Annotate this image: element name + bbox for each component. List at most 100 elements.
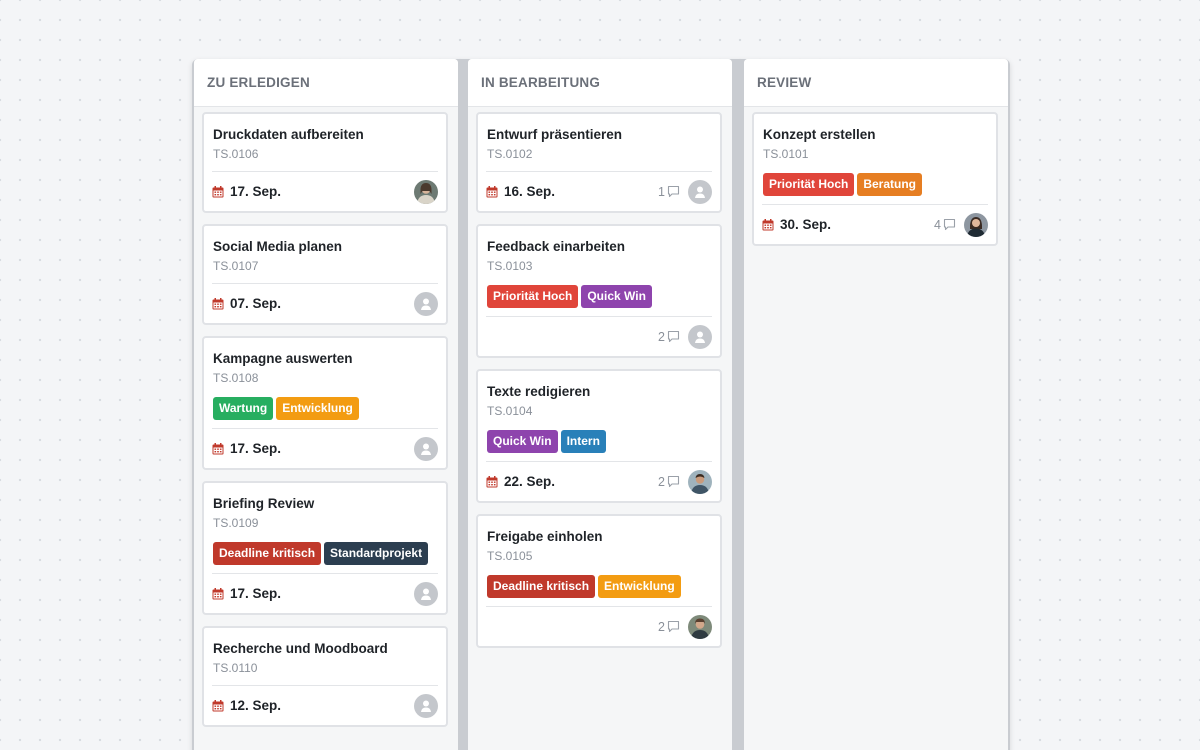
card-footer: 2 xyxy=(486,606,712,646)
card-title: Entwurf präsentieren xyxy=(487,127,623,142)
card-id: TS.0109 xyxy=(213,516,259,530)
comment-icon xyxy=(667,330,680,343)
tag[interactable]: Quick Win xyxy=(581,285,652,308)
card-footer: 17. Sep. xyxy=(212,428,438,468)
comment-icon xyxy=(667,475,680,488)
calendar-icon xyxy=(486,475,498,487)
card-id: TS.0105 xyxy=(487,549,533,563)
card-footer: 07. Sep. xyxy=(212,283,438,323)
card-title: Konzept erstellen xyxy=(763,127,876,142)
comment-count[interactable]: 2 xyxy=(658,475,680,489)
avatar-placeholder[interactable] xyxy=(414,291,438,316)
card-footer: 2 xyxy=(486,316,712,356)
due-date-label: 12. Sep. xyxy=(230,698,282,713)
card-title: Social Media planen xyxy=(213,239,343,254)
due-date: 17. Sep. xyxy=(212,441,281,456)
calendar-icon xyxy=(212,185,224,197)
tag[interactable]: Deadline kritisch xyxy=(213,542,322,565)
calendar-icon xyxy=(212,297,224,309)
task-card[interactable]: Entwurf präsentieren TS.0102 16. Sep. 1 xyxy=(476,112,722,213)
card-title: Recherche und Moodboard xyxy=(213,641,388,656)
card-id: TS.0101 xyxy=(763,147,809,161)
task-card[interactable]: Social Media planen TS.0107 07. Sep. xyxy=(202,224,448,325)
card-id: TS.0106 xyxy=(213,147,259,161)
tag-list: Quick Win Intern xyxy=(487,430,712,453)
task-card[interactable]: Recherche und Moodboard TS.0110 12. Sep. xyxy=(202,626,448,727)
card-title: Kampagne auswerten xyxy=(213,351,353,366)
due-date: 17. Sep. xyxy=(212,184,281,199)
kanban-board: ZU ERLEDIGEN Druckdaten aufbereiten TS.0… xyxy=(192,59,1010,750)
comment-count[interactable]: 2 xyxy=(658,620,680,634)
card-id: TS.0103 xyxy=(487,259,533,273)
task-card[interactable]: Druckdaten aufbereiten TS.0106 17. Sep. xyxy=(202,112,448,213)
calendar-icon xyxy=(762,218,774,230)
due-date-label: 17. Sep. xyxy=(230,184,282,199)
calendar-icon xyxy=(486,185,498,197)
calendar-icon xyxy=(212,587,224,599)
comment-count-label: 2 xyxy=(658,474,665,489)
task-card[interactable]: Briefing Review TS.0109 Deadline kritisc… xyxy=(202,481,448,615)
card-title: Texte redigieren xyxy=(487,384,591,399)
avatar[interactable] xyxy=(688,614,712,639)
comment-count-label: 1 xyxy=(658,184,665,199)
task-card[interactable]: Konzept erstellen TS.0101 Priorität Hoch… xyxy=(752,112,998,246)
card-title: Freigabe einholen xyxy=(487,529,603,544)
due-date: 30. Sep. xyxy=(762,217,831,232)
avatar[interactable] xyxy=(414,179,438,204)
tag-list: Priorität Hoch Quick Win xyxy=(487,285,712,308)
comment-icon xyxy=(667,620,680,633)
card-footer: 16. Sep. 1 xyxy=(486,171,712,211)
comment-count[interactable]: 1 xyxy=(658,185,680,199)
comment-count[interactable]: 4 xyxy=(934,218,956,232)
avatar-placeholder[interactable] xyxy=(414,436,438,461)
tag-list: Deadline kritisch Standardprojekt xyxy=(213,542,438,565)
card-footer: 12. Sep. xyxy=(212,685,438,725)
task-card[interactable]: Feedback einarbeiten TS.0103 Priorität H… xyxy=(476,224,722,358)
avatar[interactable] xyxy=(964,212,988,237)
comment-icon xyxy=(943,218,956,231)
tag[interactable]: Wartung xyxy=(213,397,274,420)
due-date-label: 17. Sep. xyxy=(230,586,282,601)
avatar-placeholder[interactable] xyxy=(688,179,712,204)
avatar[interactable] xyxy=(688,469,712,494)
due-date: 07. Sep. xyxy=(212,296,281,311)
tag[interactable]: Deadline kritisch xyxy=(487,575,596,598)
column-zu-erledigen: ZU ERLEDIGEN Druckdaten aufbereiten TS.0… xyxy=(194,59,458,750)
avatar-placeholder[interactable] xyxy=(414,693,438,718)
tag-list: Deadline kritisch Entwicklung xyxy=(487,575,712,598)
avatar-placeholder[interactable] xyxy=(414,581,438,606)
due-date-label: 07. Sep. xyxy=(230,296,282,311)
card-id: TS.0107 xyxy=(213,259,259,273)
tag[interactable]: Priorität Hoch xyxy=(487,285,579,308)
task-card[interactable]: Texte redigieren TS.0104 Quick Win Inter… xyxy=(476,369,722,503)
tag[interactable]: Standardprojekt xyxy=(324,542,429,565)
due-date-label: 17. Sep. xyxy=(230,441,282,456)
column-in-bearbeitung: IN BEARBEITUNG Entwurf präsentieren TS.0… xyxy=(468,59,732,750)
comment-icon xyxy=(667,185,680,198)
comment-count-label: 4 xyxy=(934,217,941,232)
due-date: 12. Sep. xyxy=(212,698,281,713)
due-date: 17. Sep. xyxy=(212,586,281,601)
card-footer: 17. Sep. xyxy=(212,573,438,613)
due-date-label: 22. Sep. xyxy=(504,474,556,489)
card-id: TS.0110 xyxy=(213,661,258,675)
tag[interactable]: Entwicklung xyxy=(276,397,359,420)
tag[interactable]: Priorität Hoch xyxy=(763,173,855,196)
tag[interactable]: Quick Win xyxy=(487,430,558,453)
tag[interactable]: Beratung xyxy=(857,173,923,196)
tag[interactable]: Intern xyxy=(560,430,606,453)
task-card[interactable]: Freigabe einholen TS.0105 Deadline kriti… xyxy=(476,514,722,648)
column-header: REVIEW xyxy=(744,59,1008,107)
tag-list: Wartung Entwicklung xyxy=(213,397,438,420)
card-footer: 22. Sep. 2 xyxy=(486,461,712,501)
calendar-icon xyxy=(212,699,224,711)
calendar-icon xyxy=(212,442,224,454)
due-date: 16. Sep. xyxy=(486,184,555,199)
comment-count[interactable]: 2 xyxy=(658,330,680,344)
avatar-placeholder[interactable] xyxy=(688,324,712,349)
card-id: TS.0104 xyxy=(487,404,533,418)
task-card[interactable]: Kampagne auswerten TS.0108 Wartung Entwi… xyxy=(202,336,448,470)
card-title: Druckdaten aufbereiten xyxy=(213,127,364,142)
card-title: Briefing Review xyxy=(213,496,315,511)
tag[interactable]: Entwicklung xyxy=(598,575,681,598)
